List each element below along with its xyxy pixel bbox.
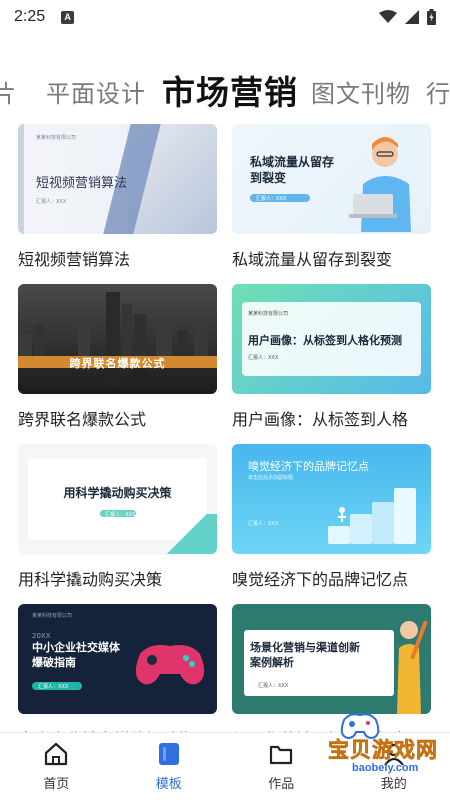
template-thumbnail: 某某科技有限公司 20XX 中小企业社交媒体 爆破指南 汇报人：XXX <box>18 604 217 714</box>
nav-templates[interactable]: 模板 <box>113 733 226 800</box>
thumb-company: 某某科技有限公司 <box>36 135 77 141</box>
corner-wedge <box>157 514 217 554</box>
template-card[interactable]: 用科学撬动购买决策 汇报人：XXX 用科学撬动购买决策 <box>18 444 217 590</box>
template-card[interactable]: 某某科技有限公司 用户画像：从标签到人格化预测 汇报人：XXX 用户画像：从标签… <box>232 284 431 430</box>
template-title: 短视频营销算法 <box>18 250 131 269</box>
thumb-year: 20XX <box>32 632 51 640</box>
thumb-headline: 短视频营销算法 <box>36 176 128 191</box>
template-thumbnail: 场景化营销与渠道创新 案例解析 汇报人：XXX <box>232 604 431 714</box>
thumb-headline-line: 案例解析 <box>250 656 294 670</box>
template-card[interactable]: 某某科技有限公司 20XX 中小企业社交媒体 爆破指南 汇报人：XXX 中小企业… <box>18 604 217 750</box>
watermark-text: 宝贝游戏网 <box>328 738 438 763</box>
status-time: 2:25 <box>14 8 46 25</box>
notification-icon: A <box>61 10 75 24</box>
tab-graphic-design[interactable]: 平面设计 <box>46 74 146 109</box>
skyline-reflection <box>106 368 146 386</box>
thumb-headline: 中小企业社交媒体 爆破指南 <box>32 640 120 671</box>
thumb-headline: 私域流量从留存 到裂变 <box>250 154 334 186</box>
template-title: 用户画像：从标签到人格 <box>232 410 409 429</box>
tab-publications[interactable]: 图文刊物 <box>311 74 411 109</box>
thumb-headline-line: 爆破指南 <box>32 656 76 670</box>
thumb-reporter: 汇报人：XXX <box>105 512 136 518</box>
gamepad-illustration <box>135 645 205 685</box>
tab-partial-left[interactable]: 片 <box>0 74 17 109</box>
signal-icon <box>405 10 419 24</box>
tab-marketing[interactable]: 市场营销 <box>162 66 298 114</box>
thumb-company: 某某科技有限公司 <box>32 613 73 619</box>
template-thumbnail: 跨界联名爆款公式 <box>18 284 217 394</box>
skyline-illustration <box>18 292 208 356</box>
template-thumbnail: 某某科技有限公司 短视频营销算法 汇报人：XXX <box>18 124 217 234</box>
template-thumbnail: 某某科技有限公司 用户画像：从标签到人格化预测 汇报人：XXX <box>232 284 431 394</box>
thumb-reporter: 汇报人：XXX <box>258 683 289 689</box>
template-icon <box>154 739 184 769</box>
accent-bar <box>18 124 24 234</box>
nav-label: 模板 <box>155 777 182 792</box>
template-title: 跨界联名爆款公式 <box>18 410 147 429</box>
thumb-reporter: 汇报人：XXX <box>36 199 67 205</box>
thumb-headline: 用科学撬动购买决策 <box>63 486 172 500</box>
thumb-headline-line: 到裂变 <box>250 171 287 186</box>
template-title: 嗅觉经济下的品牌记忆点 <box>232 570 409 589</box>
thumb-headline-line: 私域流量从留存 <box>250 155 335 169</box>
tab-partial-right[interactable]: 行 <box>426 74 450 109</box>
thumb-headline-line: 场景化营销与渠道创新 <box>250 641 360 654</box>
template-title: 用科学撬动购买决策 <box>18 570 163 589</box>
template-title: 私域流量从留存到裂变 <box>232 250 393 269</box>
nav-label: 首页 <box>43 777 70 792</box>
thumb-company: 某某科技有限公司 <box>248 311 289 317</box>
thumb-reporter: 汇报人：XXX <box>256 196 287 202</box>
folder-icon <box>266 739 296 769</box>
thumb-headline: 场景化营销与渠道创新 案例解析 <box>250 640 360 671</box>
thumb-headline: 用户画像：从标签到人格化预测 <box>248 334 402 347</box>
template-card[interactable]: 跨界联名爆款公式 跨界联名爆款公式 <box>18 284 217 430</box>
watermark-logo: 宝贝游戏网 baobeiy.com <box>300 713 450 800</box>
person-with-laptop-illustration <box>349 137 411 232</box>
wifi-icon <box>379 10 397 23</box>
steps-illustration <box>328 488 416 544</box>
template-thumbnail: 用科学撬动购买决策 汇报人：XXX <box>18 444 217 554</box>
status-bar: 2:25 A <box>0 0 450 34</box>
template-thumbnail: 嗅觉经济下的品牌记忆点 单击此处添加副标题 汇报人：XXX <box>232 444 431 554</box>
template-card[interactable]: 私域流量从留存 到裂变 汇报人：XXX 私域流量从留存到裂变 <box>232 124 431 270</box>
thumb-reporter: 汇报人：XXX <box>38 684 69 690</box>
status-icons <box>379 9 436 25</box>
template-thumbnail: 私域流量从留存 到裂变 汇报人：XXX <box>232 124 431 234</box>
thumb-reporter: 汇报人：XXX <box>248 521 279 527</box>
nav-home[interactable]: 首页 <box>0 733 113 800</box>
thumb-subtitle: 单击此处添加副标题 <box>248 475 294 481</box>
home-icon <box>41 739 71 769</box>
thumb-reporter: 汇报人：XXX <box>248 355 279 361</box>
battery-icon <box>427 9 436 25</box>
category-tabs: 片 平面设计 市场营销 图文刊物 行 <box>0 60 450 118</box>
template-card[interactable]: 嗅觉经济下的品牌记忆点 单击此处添加副标题 汇报人：XXX 嗅觉经济下的品牌记忆… <box>232 444 431 590</box>
watermark-url: baobeiy.com <box>352 762 419 774</box>
template-card[interactable]: 某某科技有限公司 短视频营销算法 汇报人：XXX 短视频营销算法 <box>18 124 217 270</box>
person-with-pencil-illustration <box>397 620 428 714</box>
nav-label: 作品 <box>268 777 295 792</box>
thumb-headline-line: 中小企业社交媒体 <box>32 641 120 654</box>
